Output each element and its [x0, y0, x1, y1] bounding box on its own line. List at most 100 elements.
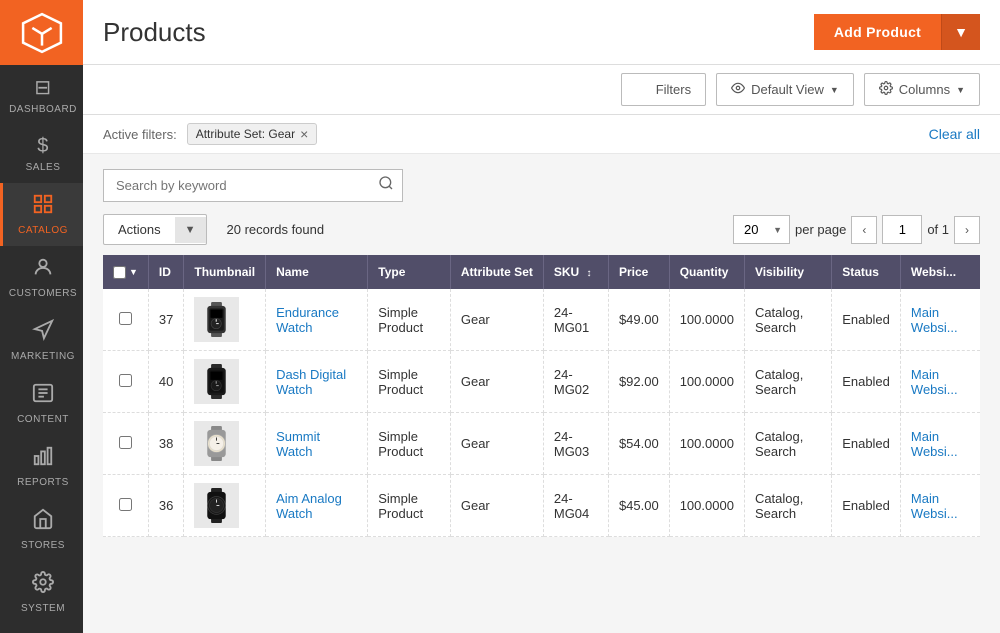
search-button[interactable] [368, 169, 403, 202]
clear-all-link[interactable]: Clear all [929, 126, 980, 142]
select-all-checkbox[interactable] [113, 266, 126, 279]
page-title: Products [103, 17, 206, 48]
sidebar-item-catalog[interactable]: CATALOG [0, 183, 83, 246]
row-name[interactable]: Endurance Watch [266, 289, 368, 351]
checkbox-dropdown-icon[interactable]: ▼ [129, 267, 138, 277]
sidebar-item-stores[interactable]: STORES [0, 498, 83, 561]
reports-icon [32, 445, 54, 473]
row-status: Enabled [832, 413, 901, 475]
row-checkbox[interactable] [119, 498, 132, 511]
add-product-dropdown-button[interactable]: ▼ [941, 14, 980, 50]
row-id: 40 [148, 351, 183, 413]
row-price: $45.00 [608, 475, 669, 537]
row-websites[interactable]: Main Websi... [900, 475, 980, 537]
records-row: Actions ▼ 20 records found 20 30 50 per … [103, 214, 980, 245]
actions-main-button[interactable]: Actions [104, 215, 175, 244]
row-websites[interactable]: Main Websi... [900, 289, 980, 351]
row-sku: 24-MG01 [543, 289, 608, 351]
row-checkbox-cell [103, 351, 148, 413]
row-quantity: 100.0000 [669, 475, 744, 537]
per-page-select[interactable]: 20 30 50 [733, 215, 790, 244]
row-visibility: Catalog, Search [744, 475, 831, 537]
active-filters-label: Active filters: [103, 127, 177, 142]
catalog-icon [32, 193, 54, 221]
main-content: Products Add Product ▼ Filters Default V… [83, 0, 1000, 633]
row-name[interactable]: Dash Digital Watch [266, 351, 368, 413]
filter-tag-remove[interactable]: × [300, 127, 308, 141]
product-thumbnail [194, 483, 239, 528]
row-price: $49.00 [608, 289, 669, 351]
row-visibility: Catalog, Search [744, 351, 831, 413]
sidebar: ⊟ DASHBOARD $ SALES CATALOG CUSTOMERS MA… [0, 0, 83, 633]
product-thumbnail [194, 421, 239, 466]
product-thumbnail [194, 359, 239, 404]
sidebar-item-marketing-label: MARKETING [11, 351, 75, 362]
toolbar: Filters Default View ▼ Columns ▼ [83, 65, 1000, 115]
dropdown-arrow-icon: ▼ [954, 24, 968, 40]
row-visibility: Catalog, Search [744, 413, 831, 475]
sidebar-item-customers-label: CUSTOMERS [9, 288, 77, 299]
logo[interactable] [0, 0, 83, 65]
columns-arrow: ▼ [956, 85, 965, 95]
default-view-arrow: ▼ [830, 85, 839, 95]
sidebar-item-reports-label: REPORTS [17, 477, 69, 488]
row-checkbox[interactable] [119, 312, 132, 325]
columns-label: Columns [899, 82, 950, 97]
eye-icon [731, 81, 745, 98]
columns-button[interactable]: Columns ▼ [864, 73, 980, 106]
next-page-button[interactable]: › [954, 216, 980, 244]
search-input[interactable] [103, 169, 403, 202]
row-name[interactable]: Summit Watch [266, 413, 368, 475]
actions-dropdown-button[interactable]: ▼ [175, 217, 206, 243]
sidebar-item-system-label: SYSTEM [21, 603, 65, 614]
pagination: 20 30 50 per page ‹ of 1 › [733, 215, 980, 244]
row-websites[interactable]: Main Websi... [900, 351, 980, 413]
sidebar-item-dashboard[interactable]: ⊟ DASHBOARD [0, 65, 83, 125]
row-attribute-set: Gear [450, 475, 543, 537]
th-thumbnail: Thumbnail [184, 255, 266, 289]
filters-button[interactable]: Filters [621, 73, 706, 106]
row-price: $54.00 [608, 413, 669, 475]
sidebar-item-stores-label: STORES [21, 540, 65, 551]
row-thumbnail [184, 413, 266, 475]
marketing-icon [32, 319, 54, 347]
row-visibility: Catalog, Search [744, 289, 831, 351]
row-id: 37 [148, 289, 183, 351]
th-checkbox: ▼ [103, 255, 148, 289]
header-actions: Add Product ▼ [814, 14, 980, 50]
header-row: ▼ ID Thumbnail Name Type Attribute Set S… [103, 255, 980, 289]
row-websites[interactable]: Main Websi... [900, 413, 980, 475]
row-attribute-set: Gear [450, 289, 543, 351]
row-type: Simple Product [368, 413, 451, 475]
filter-tag-attribute-set: Attribute Set: Gear × [187, 123, 318, 145]
filters-label: Filters [656, 82, 691, 97]
sidebar-item-customers[interactable]: CUSTOMERS [0, 246, 83, 309]
sidebar-item-catalog-label: CATALOG [18, 225, 68, 236]
page-header: Products Add Product ▼ [83, 0, 1000, 65]
row-quantity: 100.0000 [669, 289, 744, 351]
prev-page-button[interactable]: ‹ [851, 216, 877, 244]
row-checkbox[interactable] [119, 436, 132, 449]
row-status: Enabled [832, 475, 901, 537]
page-input[interactable] [882, 215, 922, 244]
dashboard-icon: ⊟ [34, 75, 51, 100]
row-sku: 24-MG02 [543, 351, 608, 413]
row-quantity: 100.0000 [669, 351, 744, 413]
sidebar-item-system[interactable]: SYSTEM [0, 561, 83, 624]
table-row: 38 Summit Watch Simple Product Gear 24-M… [103, 413, 980, 475]
th-sku[interactable]: SKU ↕ [543, 255, 608, 289]
row-checkbox[interactable] [119, 374, 132, 387]
search-wrapper [103, 169, 403, 202]
sidebar-item-content[interactable]: CONTENT [0, 372, 83, 435]
sidebar-item-reports[interactable]: REPORTS [0, 435, 83, 498]
sidebar-item-sales-label: SALES [26, 162, 61, 173]
row-name[interactable]: Aim Analog Watch [266, 475, 368, 537]
row-status: Enabled [832, 351, 901, 413]
th-websites: Websi... [900, 255, 980, 289]
default-view-button[interactable]: Default View ▼ [716, 73, 854, 106]
gear-icon [879, 81, 893, 98]
sidebar-item-marketing[interactable]: MARKETING [0, 309, 83, 372]
add-product-button[interactable]: Add Product [814, 14, 941, 50]
per-page-label: per page [795, 222, 846, 237]
sidebar-item-sales[interactable]: $ SALES [0, 125, 83, 183]
